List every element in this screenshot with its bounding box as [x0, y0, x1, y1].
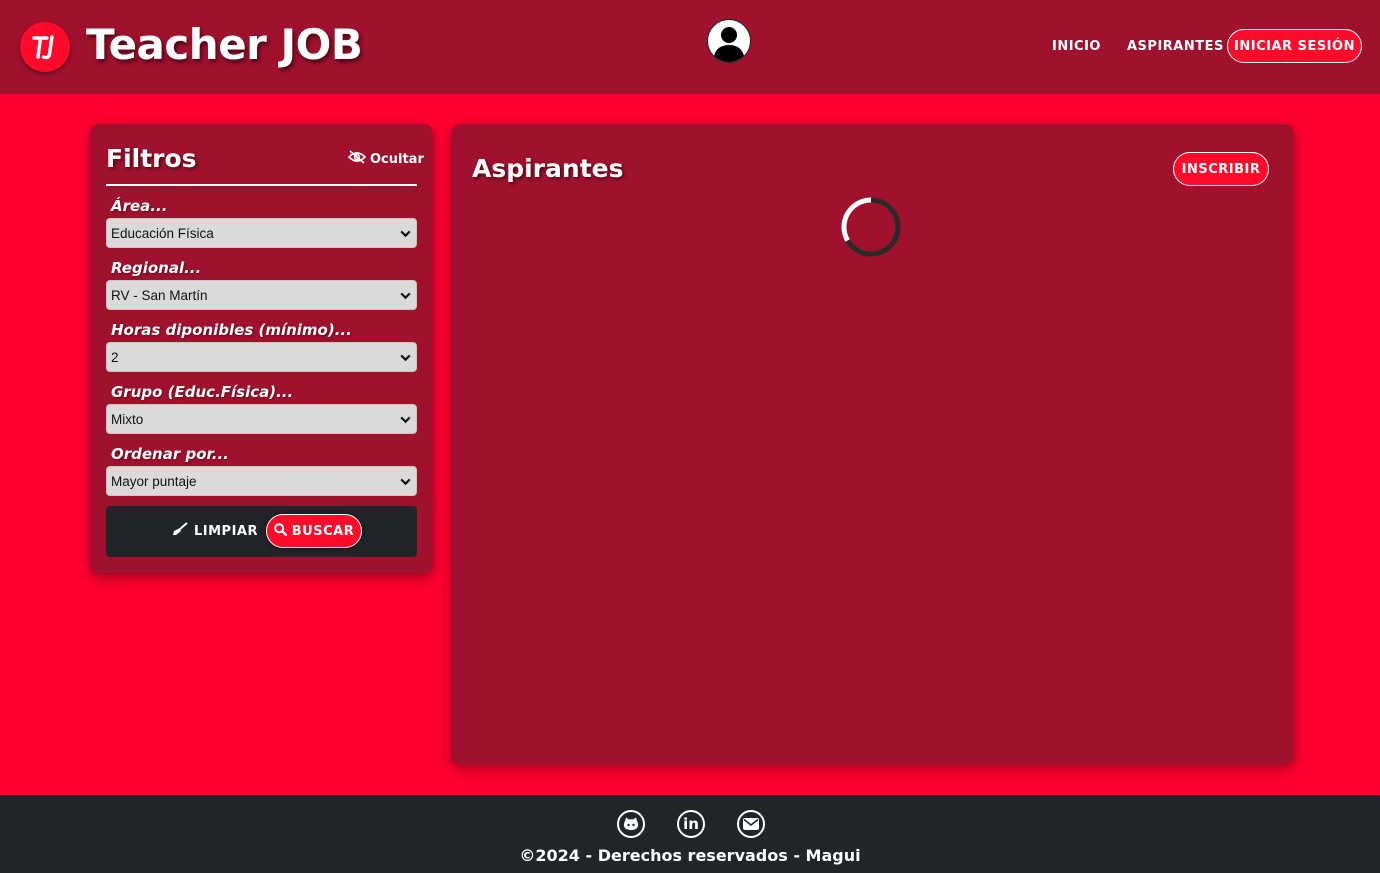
login-button[interactable]: INICIAR SESIÓN	[1227, 29, 1362, 63]
area-select-value: Educación Física	[111, 225, 214, 241]
hide-filters-label: Ocultar	[370, 151, 424, 167]
broom-icon	[172, 522, 188, 540]
brand-name[interactable]: Teacher JOB	[86, 20, 363, 69]
enroll-button[interactable]: INSCRIBIR	[1173, 152, 1269, 186]
footer: in ©2024 - Derechos reservados - Magui	[0, 795, 1380, 873]
github-icon[interactable]	[617, 810, 645, 838]
nav-applicants-link[interactable]: ASPIRANTES	[1127, 39, 1224, 54]
nav-home-link[interactable]: INICIO	[1052, 39, 1101, 54]
sort-select-value: Mayor puntaje	[111, 473, 197, 489]
search-button-label: BUSCAR	[291, 523, 355, 539]
group-label: Grupo (Educ.Física)...	[111, 383, 294, 401]
chevron-down-icon	[400, 478, 411, 486]
top-navbar: Teacher JOB INICIO ASPIRANTES INICIAR SE…	[0, 0, 1380, 94]
sort-select[interactable]: Mayor puntaje	[106, 466, 417, 496]
clear-filters-button[interactable]: LIMPIAR	[172, 522, 258, 540]
loading-spinner-icon	[840, 196, 902, 258]
chevron-down-icon	[400, 354, 411, 362]
filters-panel: Filtros Ocultar Área... Educación Física…	[90, 124, 433, 574]
regional-select-value: RV - San Martín	[111, 287, 208, 303]
email-icon[interactable]	[737, 810, 765, 838]
logo-icon[interactable]	[20, 22, 70, 72]
linkedin-icon[interactable]: in	[677, 810, 705, 838]
chevron-down-icon	[400, 416, 411, 424]
group-select[interactable]: Mixto	[106, 404, 417, 434]
clear-filters-label: LIMPIAR	[194, 523, 258, 539]
filter-actions-bar: LIMPIAR BUSCAR	[106, 506, 417, 557]
applicants-panel: Aspirantes INSCRIBIR	[451, 124, 1294, 765]
regional-select[interactable]: RV - San Martín	[106, 280, 417, 310]
eye-slash-icon	[347, 150, 367, 168]
hide-filters-button[interactable]: Ocultar	[347, 150, 424, 168]
sort-label: Ordenar por...	[111, 445, 229, 463]
filters-divider	[106, 184, 417, 186]
applicants-title: Aspirantes	[472, 154, 624, 183]
copyright-text: ©2024 - Derechos reservados - Magui	[519, 846, 861, 865]
hours-select-value: 2	[111, 349, 119, 365]
regional-label: Regional...	[111, 259, 202, 277]
chevron-down-icon	[400, 292, 411, 300]
search-button[interactable]: BUSCAR	[266, 514, 362, 548]
area-label: Área...	[111, 197, 168, 215]
user-avatar-icon[interactable]	[707, 19, 751, 63]
filters-title: Filtros	[106, 144, 197, 173]
group-select-value: Mixto	[111, 411, 144, 427]
area-select[interactable]: Educación Física	[106, 218, 417, 248]
hours-label: Horas diponibles (mínimo)...	[111, 321, 352, 339]
search-icon	[273, 522, 287, 540]
hours-select[interactable]: 2	[106, 342, 417, 372]
chevron-down-icon	[400, 230, 411, 238]
